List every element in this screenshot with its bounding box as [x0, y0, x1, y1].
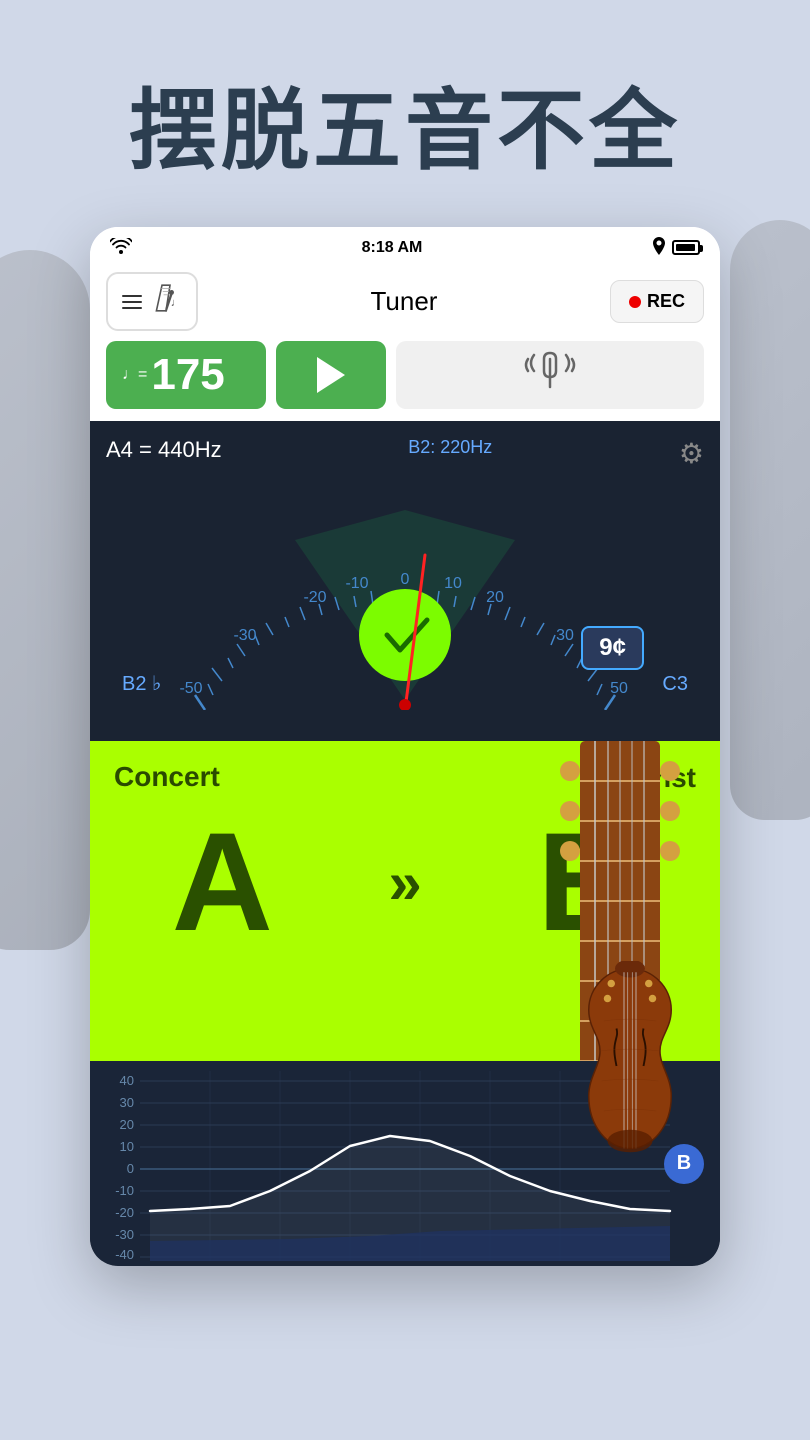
metronome-icon: ♩ — [150, 282, 182, 321]
tuning-fork-icon — [520, 349, 580, 401]
location-icon — [652, 237, 666, 258]
cents-badge: 9¢ — [581, 626, 644, 670]
svg-text:-30: -30 — [115, 1227, 134, 1242]
app-title: Tuner — [371, 286, 438, 317]
phone-mockup: 8:18 AM — [90, 227, 720, 1266]
svg-text:-40: -40 — [115, 1247, 134, 1261]
svg-text:50: 50 — [610, 680, 628, 697]
play-triangle-icon — [317, 357, 345, 393]
tuner-display: A4 = 440Hz B2: 220Hz ⚙ — [90, 421, 720, 741]
svg-text:10: 10 — [444, 575, 462, 592]
svg-text:20: 20 — [486, 589, 504, 606]
concert-note-from: A — [172, 812, 273, 952]
svg-text:30: 30 — [120, 1095, 134, 1110]
main-title: 摆脱五音不全 — [0, 60, 810, 187]
note-label-left: B2 ♭ — [122, 671, 161, 696]
svg-text:-30: -30 — [233, 627, 256, 644]
svg-text:0: 0 — [401, 571, 410, 588]
bpm-value: 175 — [151, 353, 224, 397]
graph-section: 40 30 20 10 0 -10 -20 -30 -40 B — [90, 1061, 720, 1266]
svg-text:-50: -50 — [179, 680, 202, 697]
main-title-section: 摆脱五音不全 — [0, 0, 810, 227]
app-header: ♩ Tuner REC — [90, 264, 720, 341]
svg-text:-20: -20 — [115, 1205, 134, 1220]
svg-text:-10: -10 — [345, 575, 368, 592]
svg-text:30: 30 — [556, 627, 574, 644]
bpm-display: ♩= 175 — [106, 341, 266, 409]
check-circle — [359, 589, 451, 681]
rec-label: REC — [647, 291, 685, 312]
svg-text:0: 0 — [127, 1161, 134, 1176]
note-label-right: C3 — [662, 673, 688, 696]
menu-music-button[interactable]: ♩ — [106, 272, 198, 331]
battery-icon — [672, 240, 700, 255]
svg-text:20: 20 — [120, 1117, 134, 1132]
status-time: 8:18 AM — [362, 239, 423, 257]
status-bar: 8:18 AM — [90, 227, 720, 264]
needle-pivot — [399, 699, 411, 710]
svg-text:-10: -10 — [115, 1183, 134, 1198]
play-button[interactable] — [276, 341, 386, 409]
concert-arrows-icon: » — [388, 848, 421, 917]
violin-svg — [540, 961, 720, 1261]
wifi-icon — [110, 238, 132, 257]
tuner-frequency: A4 = 440Hz — [106, 437, 222, 463]
tuner-note: B2: 220Hz — [408, 437, 492, 458]
tuner-meter: -50 -30 -20 -10 0 10 20 30 50 — [106, 480, 704, 710]
rec-dot — [629, 296, 641, 308]
controls-row: ♩= 175 — [90, 341, 720, 421]
violin-overlay — [540, 961, 720, 1266]
bpm-note-symbol: ♩= — [122, 366, 147, 384]
svg-text:10: 10 — [120, 1139, 134, 1154]
rec-button[interactable]: REC — [610, 280, 704, 323]
meter-svg: -50 -30 -20 -10 0 10 20 30 50 — [106, 480, 704, 710]
tuning-fork-button[interactable] — [396, 341, 704, 409]
concert-label: Concert — [114, 761, 220, 794]
svg-text:-20: -20 — [303, 589, 326, 606]
tuner-top-row: A4 = 440Hz B2: 220Hz ⚙ — [106, 437, 704, 470]
svg-text:40: 40 — [120, 1073, 134, 1088]
svg-text:♩: ♩ — [171, 297, 182, 309]
b-note-badge: B — [664, 1144, 704, 1184]
status-right — [652, 237, 700, 258]
settings-icon[interactable]: ⚙ — [679, 437, 704, 470]
menu-icon — [122, 295, 142, 309]
